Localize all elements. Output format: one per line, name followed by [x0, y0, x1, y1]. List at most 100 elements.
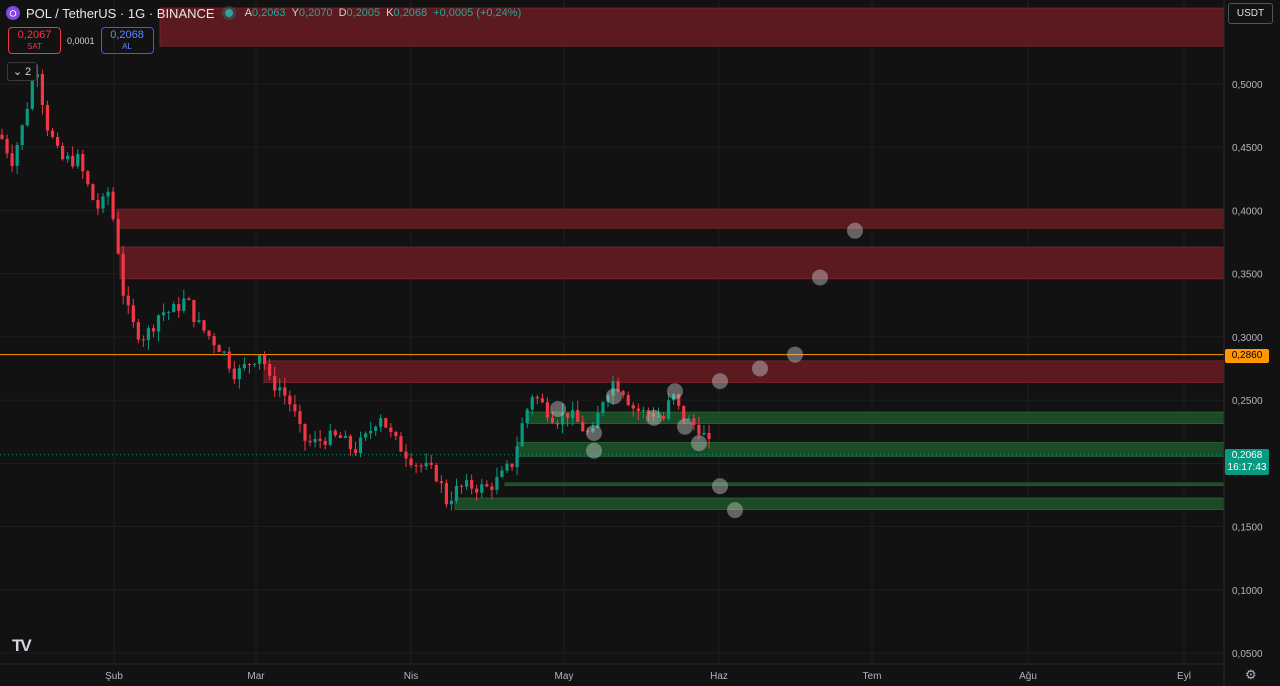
currency-selector[interactable]: USDT	[1228, 3, 1273, 24]
candle-body	[384, 418, 388, 428]
indicators-toggle[interactable]: ⌄ 2	[7, 62, 37, 81]
candle-body	[641, 410, 645, 412]
candle-body	[263, 355, 267, 365]
candle-body	[293, 404, 297, 412]
sell-button[interactable]: 0,2067 SAT	[8, 27, 61, 54]
tradingview-logo[interactable]: TV	[12, 636, 32, 656]
candle-body	[202, 320, 206, 331]
change-value: +0,0005 (+0,24%)	[433, 7, 522, 19]
candle-body	[692, 418, 696, 425]
projection-point	[727, 502, 743, 519]
candle-body	[444, 483, 448, 505]
candle-body	[10, 153, 14, 166]
candle-body	[273, 375, 277, 391]
candle-body	[550, 417, 555, 423]
spread-value: 0,0001	[67, 35, 95, 46]
candle-body	[566, 413, 570, 419]
candle-body	[71, 155, 75, 167]
price-tick-label: 0,4000	[1232, 206, 1263, 217]
candle-body	[571, 410, 575, 419]
candle-body	[91, 184, 95, 200]
last-price-tag: 0,2068 16:17:43	[1225, 449, 1269, 475]
candle-body	[500, 470, 504, 477]
projection-point	[550, 400, 566, 417]
candle-body	[96, 199, 100, 209]
projection-point	[586, 424, 602, 441]
candle-body	[242, 363, 246, 369]
candle-body	[131, 305, 135, 323]
projection-point	[812, 269, 828, 286]
candle-body	[480, 484, 484, 493]
gear-icon[interactable]: ⚙	[1245, 668, 1259, 682]
candle-body	[364, 433, 368, 438]
candle-body	[530, 396, 534, 410]
candle-body	[76, 154, 80, 167]
candle-body	[399, 436, 403, 452]
time-tick-label: Mar	[247, 671, 265, 682]
candle-body	[328, 430, 332, 445]
candle-body	[545, 402, 549, 418]
projection-point	[847, 222, 863, 239]
candle-body	[439, 481, 443, 484]
candle-body	[470, 480, 474, 489]
candle-body	[101, 196, 105, 209]
candle-body	[182, 298, 186, 311]
price-tick-label: 0,2500	[1232, 396, 1263, 407]
candle-body	[490, 486, 494, 490]
support-zone	[517, 441, 1225, 457]
candle-body	[116, 219, 120, 254]
time-tick-label: Şub	[105, 671, 123, 682]
projection-point	[752, 360, 768, 377]
projection-point	[787, 346, 803, 363]
candle-body	[66, 155, 70, 160]
resistance-zone	[119, 246, 1225, 280]
ohlc-legend: A0,2063 Y0,2070 D0,2005 K0,2068 +0,0005 …	[245, 7, 522, 19]
candle-body	[631, 405, 635, 409]
buy-button[interactable]: 0,2068 AL	[100, 27, 154, 54]
candle-body	[217, 345, 221, 353]
candle-body	[434, 464, 438, 482]
candle-body	[227, 351, 231, 369]
resistance-zone	[116, 208, 1225, 229]
candle-body	[136, 322, 140, 340]
candle-body	[151, 328, 156, 332]
candle-body	[621, 391, 625, 396]
projection-point	[712, 373, 728, 390]
candle-body	[369, 430, 373, 434]
indicators-count: 2	[25, 65, 32, 78]
candle-body	[555, 422, 560, 425]
candle-body	[333, 430, 337, 436]
candle-body	[374, 426, 378, 431]
candle-body	[707, 432, 711, 439]
candle-body	[86, 171, 90, 185]
candle-body	[475, 488, 479, 493]
time-tick-label: Nis	[404, 671, 418, 682]
candle-body	[581, 421, 585, 432]
candle-body	[222, 351, 226, 353]
price-chart[interactable]: 0,5000 0,4500 0,4000 0,3500 0,3000 0,2500 0,20…	[0, 0, 1280, 686]
candle-body	[424, 462, 428, 467]
candle-body	[121, 253, 125, 296]
time-tick-label: Haz	[710, 671, 728, 682]
candle-body	[702, 432, 706, 435]
candle-body	[177, 304, 181, 311]
symbol-title[interactable]: POL / TetherUS · 1G · BINANCE	[26, 6, 215, 21]
candle-body	[389, 427, 393, 432]
candle-body	[323, 440, 327, 445]
candle-body	[15, 144, 19, 166]
candle-body	[495, 476, 499, 490]
candle-body	[409, 458, 413, 466]
candle-body	[126, 295, 130, 306]
candle-body	[465, 480, 469, 487]
high-value: 0,2070	[298, 7, 333, 19]
candle-body	[252, 363, 257, 365]
low-value: 0,2005	[346, 7, 381, 19]
candle-body	[308, 440, 312, 443]
candle-body	[682, 405, 686, 420]
candle-body	[459, 485, 464, 487]
candle-body	[298, 411, 302, 425]
chevron-down-icon: ⌄	[12, 66, 23, 78]
candle-body	[358, 437, 363, 454]
projection-point	[691, 435, 707, 452]
open-value: 0,2063	[251, 7, 286, 19]
